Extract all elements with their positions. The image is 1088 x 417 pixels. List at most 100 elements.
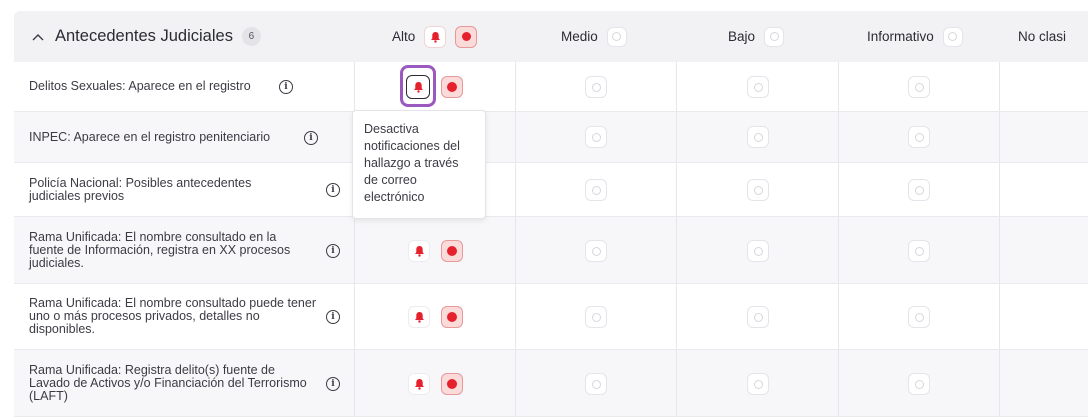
selected-dot <box>447 246 457 256</box>
alto-bell-button[interactable] <box>408 373 430 395</box>
bajo-select-button[interactable] <box>747 240 769 262</box>
row-label: Delitos Sexuales: Aparece en el registro <box>29 62 251 111</box>
empty-radio-icon <box>914 379 924 389</box>
alto-select-button[interactable] <box>441 306 463 328</box>
empty-radio-icon <box>914 246 924 256</box>
alto-all-select-button[interactable] <box>455 25 478 48</box>
row-label-text: Policía Nacional: Posibles antecedentes … <box>29 175 252 203</box>
table-row: Rama Unificada: Registra delito(s) fuent… <box>14 350 1088 417</box>
medio-all-select-button[interactable] <box>606 26 627 47</box>
empty-radio-icon <box>753 312 763 322</box>
bajo-select-button[interactable] <box>747 179 769 201</box>
alto-select-button[interactable] <box>441 76 463 98</box>
column-informativo: Informativo <box>867 11 963 62</box>
tooltip-text: Desactiva notificaciones del hallazgo a … <box>364 122 460 204</box>
row-label-text: Delitos Sexuales: Aparece en el registro <box>29 79 251 93</box>
column-bajo: Bajo <box>728 11 785 62</box>
bell-icon <box>413 82 423 93</box>
informativo-select-button[interactable] <box>908 373 930 395</box>
column-label-alto: Alto <box>392 29 416 44</box>
row-label: INPEC: Aparece en el registro penitencia… <box>29 112 270 162</box>
empty-radio-icon <box>914 312 924 322</box>
empty-radio-icon <box>914 132 924 142</box>
column-label-medio: Medio <box>561 29 598 44</box>
column-label-informativo: Informativo <box>867 29 934 44</box>
column-medio: Medio <box>561 11 627 62</box>
bell-icon <box>414 379 424 390</box>
row-label: Policía Nacional: Posibles antecedentes … <box>29 163 299 216</box>
row-label-text: Rama Unificada: El nombre consultado en … <box>29 229 291 270</box>
row-label: Rama Unificada: Registra delito(s) fuent… <box>29 350 309 416</box>
empty-radio-icon <box>591 246 601 256</box>
empty-radio-icon <box>591 379 601 389</box>
row-label-text: INPEC: Aparece en el registro penitencia… <box>29 129 271 144</box>
row-label-text: Rama Unificada: El nombre consultado pue… <box>29 296 316 336</box>
info-icon[interactable]: i <box>326 244 340 258</box>
bajo-select-button[interactable] <box>747 373 769 395</box>
empty-radio-icon <box>753 185 763 195</box>
bell-icon <box>430 31 440 43</box>
selected-dot <box>461 32 471 41</box>
informativo-select-button[interactable] <box>908 126 930 148</box>
info-icon[interactable]: i <box>326 377 340 391</box>
empty-radio-icon <box>591 132 601 142</box>
informativo-select-button[interactable] <box>908 179 930 201</box>
informativo-all-select-button[interactable] <box>942 26 963 47</box>
empty-radio-icon <box>753 82 763 92</box>
alto-select-button[interactable] <box>441 240 463 262</box>
empty-radio-icon <box>591 82 601 92</box>
bajo-select-button[interactable] <box>747 76 769 98</box>
empty-radio-icon <box>948 32 958 41</box>
selected-dot <box>447 312 457 322</box>
medio-select-button[interactable] <box>585 126 607 148</box>
selected-dot <box>447 82 457 92</box>
column-label-bajo: Bajo <box>728 29 756 44</box>
table-row: INPEC: Aparece en el registro penitencia… <box>14 112 1088 163</box>
alto-bell-button[interactable] <box>408 240 430 262</box>
column-no-clasificado: No clasi <box>1018 11 1066 62</box>
bell-icon <box>414 312 424 323</box>
row-label: Rama Unificada: El nombre consultado pue… <box>29 284 321 349</box>
medio-select-button[interactable] <box>585 76 607 98</box>
alto-all-bell-button[interactable] <box>424 25 447 48</box>
empty-radio-icon <box>769 32 779 41</box>
empty-radio-icon <box>914 185 924 195</box>
medio-select-button[interactable] <box>585 179 607 201</box>
empty-radio-icon <box>753 132 763 142</box>
risk-table: Antecedentes Judiciales 6 Alto Medio Baj… <box>14 11 1088 417</box>
empty-radio-icon <box>591 312 601 322</box>
column-label-no-clasificado: No clasi <box>1018 29 1067 44</box>
info-icon[interactable]: i <box>304 131 318 145</box>
info-icon[interactable]: i <box>326 310 340 324</box>
info-icon[interactable]: i <box>326 183 340 197</box>
bajo-select-button[interactable] <box>747 306 769 328</box>
table-row: Policía Nacional: Posibles antecedentes … <box>14 163 1088 217</box>
alto-select-button[interactable] <box>441 373 463 395</box>
table-row: Rama Unificada: El nombre consultado pue… <box>14 284 1088 350</box>
table-row: Delitos Sexuales: Aparece en el registro… <box>14 62 1088 112</box>
chevron-up-icon[interactable] <box>30 29 46 45</box>
bajo-all-select-button[interactable] <box>764 26 785 47</box>
medio-select-button[interactable] <box>585 373 607 395</box>
column-alto: Alto <box>392 11 478 62</box>
alto-bell-button[interactable] <box>406 75 430 99</box>
selected-dot <box>447 379 457 389</box>
info-icon[interactable]: i <box>279 80 293 94</box>
row-label: Rama Unificada: El nombre consultado en … <box>29 217 314 283</box>
informativo-select-button[interactable] <box>908 240 930 262</box>
empty-radio-icon <box>753 246 763 256</box>
empty-radio-icon <box>914 82 924 92</box>
informativo-select-button[interactable] <box>908 306 930 328</box>
bell-icon <box>414 246 424 257</box>
section-count-badge: 6 <box>241 27 261 46</box>
medio-select-button[interactable] <box>585 306 607 328</box>
empty-radio-icon <box>753 379 763 389</box>
section-toggle[interactable]: Antecedentes Judiciales 6 <box>30 11 261 62</box>
medio-select-button[interactable] <box>585 240 607 262</box>
bajo-select-button[interactable] <box>747 126 769 148</box>
bell-tooltip: Desactiva notificaciones del hallazgo a … <box>352 110 486 219</box>
informativo-select-button[interactable] <box>908 76 930 98</box>
alto-bell-button[interactable] <box>408 306 430 328</box>
row-label-text: Rama Unificada: Registra delito(s) fuent… <box>29 362 307 403</box>
section-header: Antecedentes Judiciales 6 Alto Medio Baj… <box>14 11 1088 62</box>
